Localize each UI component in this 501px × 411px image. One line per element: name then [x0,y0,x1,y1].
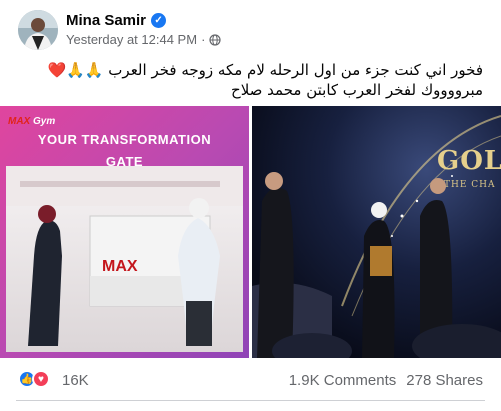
post-header: Mina Samir ✓ Yesterday at 12:44 PM · [0,0,501,56]
divider [16,400,485,401]
shares-count[interactable]: 278 Shares [406,372,483,389]
backdrop-text: GOL [437,146,501,176]
author-avatar[interactable] [18,10,58,50]
comments-count[interactable]: 1.9K Comments [289,372,397,389]
backdrop-subtext: THE CHA [444,180,496,190]
reactions-count[interactable]: 16K [62,372,89,389]
gym-logo: MAX Gym [8,116,56,127]
photo-gym-transformation[interactable]: MAX MAX Gym YOUR TRANSFORMATION GATE [0,106,249,358]
post-text-line-1: فخور اني كنت جزء من اول الرحله لام مكه ز… [47,61,484,79]
desk-logo: MAX [102,258,138,275]
author-name[interactable]: Mina Samir [66,12,146,29]
love-icon: ♥ [32,370,50,388]
banner-title: YOUR TRANSFORMATION GATE [37,132,212,169]
reaction-icons[interactable]: 👍 ♥ [18,370,50,388]
reactions-bar: 👍 ♥ 16K 1.9K Comments 278 Shares [0,362,501,398]
post-text-line-2: مبرووووك لفخر العرب كابتن محمد صلاح [231,81,483,99]
photo-grid: MAX MAX Gym YOUR TRANSFORMATION GATE GOL… [0,106,501,358]
post-timestamp[interactable]: Yesterday at 12:44 PM [66,32,197,47]
post-text: فخور اني كنت جزء من اول الرحله لام مكه ز… [13,60,484,100]
meta-separator: · [201,32,206,47]
globe-icon [209,33,222,46]
photo-award-ceremony[interactable]: GOL THE CHA [252,106,501,358]
verified-badge-icon: ✓ [151,13,167,28]
